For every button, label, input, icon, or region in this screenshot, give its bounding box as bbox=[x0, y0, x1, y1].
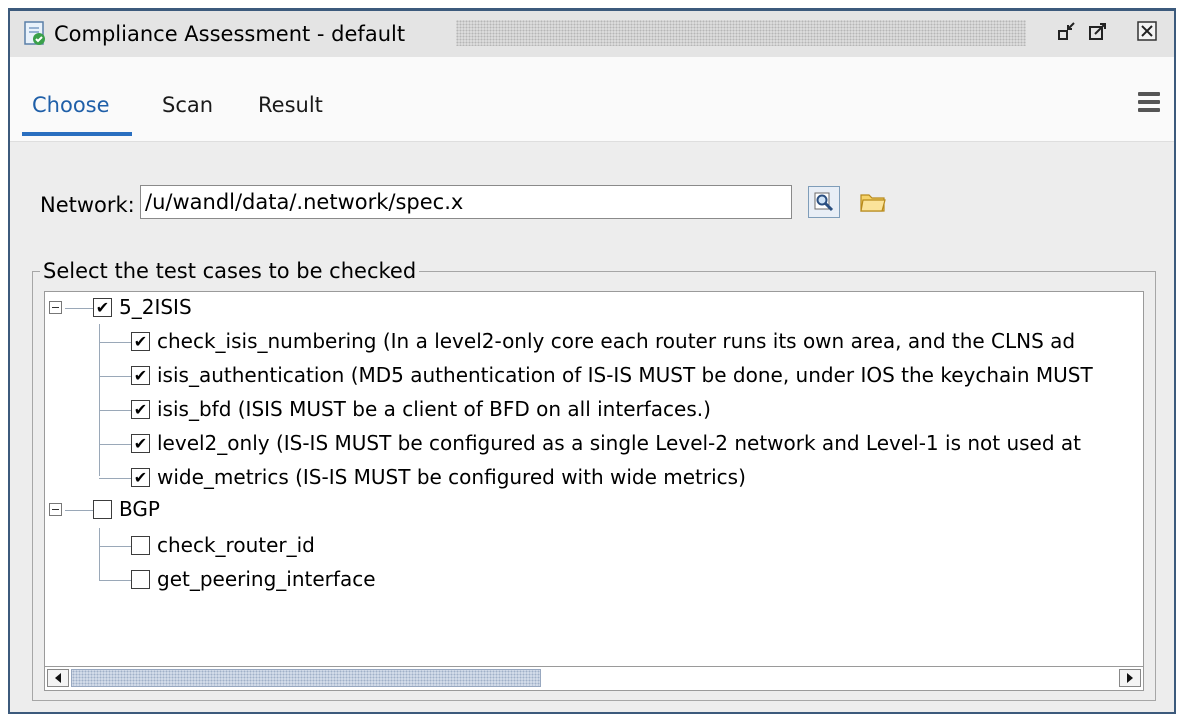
maximize-icon[interactable] bbox=[1085, 18, 1111, 44]
tree-connector bbox=[99, 342, 131, 343]
tree-connector bbox=[99, 410, 131, 411]
test-case-label: level2_only (IS-IS MUST be configured as… bbox=[157, 431, 1082, 455]
tree-connector bbox=[99, 478, 131, 479]
tree-connector bbox=[65, 308, 93, 309]
test-case-label: isis_bfd (ISIS MUST be a client of BFD o… bbox=[157, 397, 711, 421]
test-case-tree: ✔ 5_2ISIS ✔ check_isis_numbering (In a l… bbox=[44, 291, 1144, 667]
tree-connector bbox=[99, 580, 131, 581]
active-tab-indicator bbox=[22, 132, 132, 136]
tab-scan[interactable]: Scan bbox=[162, 93, 213, 117]
close-icon[interactable] bbox=[1134, 18, 1160, 44]
compliance-window: Compliance Assessment - default Choose S… bbox=[8, 8, 1176, 714]
collapse-toggle-icon[interactable] bbox=[49, 503, 62, 516]
group-label: 5_2ISIS bbox=[119, 295, 192, 319]
open-folder-button[interactable] bbox=[856, 186, 890, 218]
title-bar-grip bbox=[456, 20, 1026, 46]
search-network-button[interactable] bbox=[808, 186, 840, 218]
network-path-input[interactable] bbox=[140, 185, 792, 219]
tree-connector bbox=[99, 444, 131, 445]
test-case-label: get_peering_interface bbox=[157, 567, 376, 591]
tree-connector bbox=[99, 376, 131, 377]
test-case-checkbox[interactable] bbox=[131, 570, 150, 589]
test-case-checkbox[interactable]: ✔ bbox=[131, 332, 150, 351]
collapse-toggle-icon[interactable] bbox=[49, 301, 62, 314]
tree-connector bbox=[99, 324, 100, 476]
test-case-checkbox[interactable]: ✔ bbox=[131, 400, 150, 419]
window-title: Compliance Assessment - default bbox=[54, 22, 406, 46]
title-bar[interactable]: Compliance Assessment - default bbox=[10, 11, 1174, 58]
tree-connector bbox=[65, 510, 93, 511]
test-case-label: check_isis_numbering (In a level2-only c… bbox=[157, 329, 1076, 353]
test-case-checkbox[interactable]: ✔ bbox=[131, 468, 150, 487]
test-cases-legend: Select the test cases to be checked bbox=[40, 259, 420, 283]
tab-result[interactable]: Result bbox=[258, 93, 323, 117]
group-checkbox[interactable]: ✔ bbox=[93, 298, 112, 317]
test-case-label: check_router_id bbox=[157, 533, 315, 557]
hamburger-menu-icon[interactable] bbox=[1138, 92, 1160, 114]
tree-connector bbox=[99, 546, 131, 547]
group-label: BGP bbox=[119, 497, 160, 521]
test-case-checkbox[interactable]: ✔ bbox=[131, 434, 150, 453]
test-case-checkbox[interactable]: ✔ bbox=[131, 366, 150, 385]
network-label: Network: bbox=[40, 193, 135, 217]
scroll-left-icon[interactable] bbox=[47, 669, 69, 687]
test-case-checkbox[interactable] bbox=[131, 536, 150, 555]
minimize-icon[interactable] bbox=[1054, 18, 1080, 44]
horizontal-scrollbar[interactable] bbox=[44, 667, 1144, 691]
scroll-right-icon[interactable] bbox=[1119, 669, 1141, 687]
test-case-label: wide_metrics (IS-IS MUST be configured w… bbox=[157, 465, 746, 489]
tree-connector bbox=[99, 528, 100, 580]
tab-choose[interactable]: Choose bbox=[32, 93, 110, 117]
tab-bar: Choose Scan Result bbox=[10, 57, 1174, 142]
test-case-label: isis_authentication (MD5 authentication … bbox=[157, 363, 1093, 387]
scroll-thumb[interactable] bbox=[71, 669, 541, 687]
compliance-app-icon bbox=[24, 21, 45, 45]
group-checkbox[interactable] bbox=[93, 500, 112, 519]
magnifier-icon bbox=[814, 192, 834, 212]
folder-icon bbox=[860, 194, 886, 212]
